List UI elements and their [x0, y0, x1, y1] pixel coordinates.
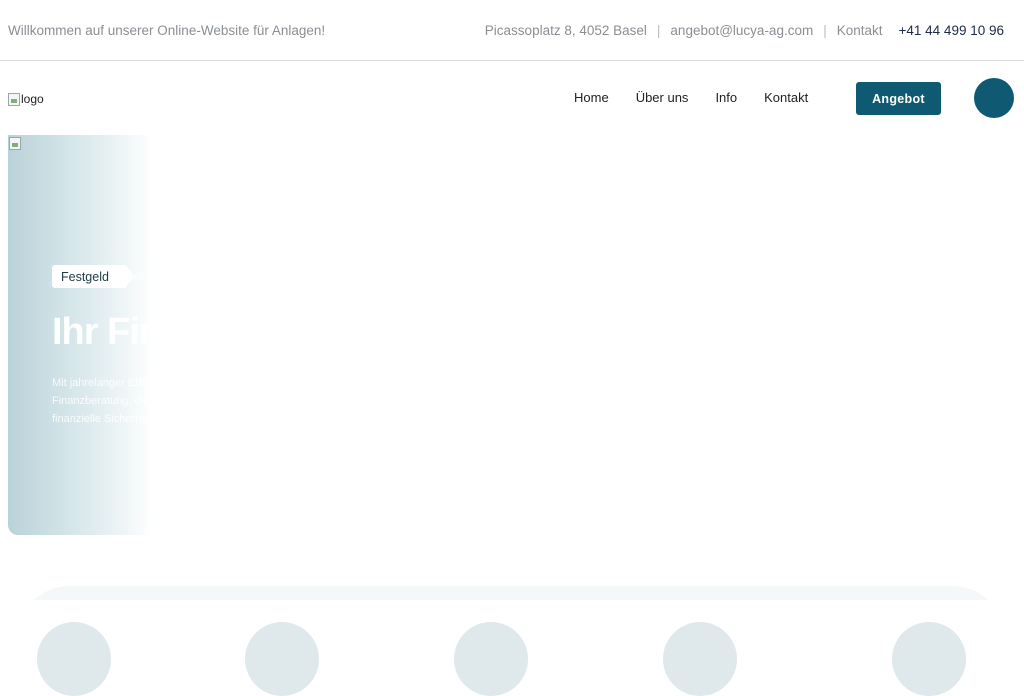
address-text: Picassoplatz 8, 4052 Basel — [484, 22, 647, 38]
feature-icon-circle — [454, 622, 528, 696]
top-info-bar: Willkommen auf unserer Online-Website fü… — [0, 0, 1024, 61]
hero-banner: Festgeld bis zu Ihr Finanzpartner Mit ja… — [8, 135, 152, 535]
broken-image-icon — [8, 92, 20, 106]
nav-item-home[interactable]: Home — [574, 90, 609, 105]
nav-item-about[interactable]: Über uns — [636, 90, 689, 105]
phone-link[interactable]: +41 44 499 10 96 — [899, 23, 1004, 38]
feature-icon-circle — [37, 622, 111, 696]
menu-circle-button[interactable] — [974, 78, 1014, 118]
email-link[interactable]: angebot@lucya-ag.com — [670, 23, 813, 38]
contact-info: Picassoplatz 8, 4052 Basel | angebot@luc… — [485, 23, 1004, 38]
feature-icon-circle — [663, 622, 737, 696]
nav-links: Home Über uns Info Kontakt — [574, 90, 835, 105]
hero-text-line: Finanzberatung, die — [52, 395, 150, 407]
contact-link[interactable]: Kontakt — [837, 23, 883, 38]
hero-description: Mit jahrelanger Erfahrung Finanzberatung… — [52, 374, 152, 428]
hero-title: Ihr Finanzpartner — [52, 311, 152, 353]
hero-tag: Festgeld — [52, 265, 134, 288]
hero-tag-suffix: bis zu — [130, 269, 152, 283]
nav-item-contact[interactable]: Kontakt — [764, 90, 808, 105]
main-navigation: logo Home Über uns Info Kontakt Angebot — [0, 62, 1024, 134]
logo-alt-text: logo — [21, 92, 44, 106]
logo[interactable]: logo — [8, 91, 44, 107]
feature-icon-circle — [892, 622, 966, 696]
welcome-text: Willkommen auf unserer Online-Website fü… — [8, 22, 326, 38]
feature-icon-circle — [245, 622, 319, 696]
angebot-button[interactable]: Angebot — [856, 82, 941, 115]
separator: | — [656, 22, 661, 38]
hero-text-line: Mit jahrelanger Erfahrung — [52, 377, 152, 389]
hero-text-line: finanzielle Sicherheit — [52, 413, 152, 425]
separator: | — [823, 22, 827, 38]
nav-item-info[interactable]: Info — [715, 90, 737, 105]
broken-image-icon — [9, 137, 21, 150]
